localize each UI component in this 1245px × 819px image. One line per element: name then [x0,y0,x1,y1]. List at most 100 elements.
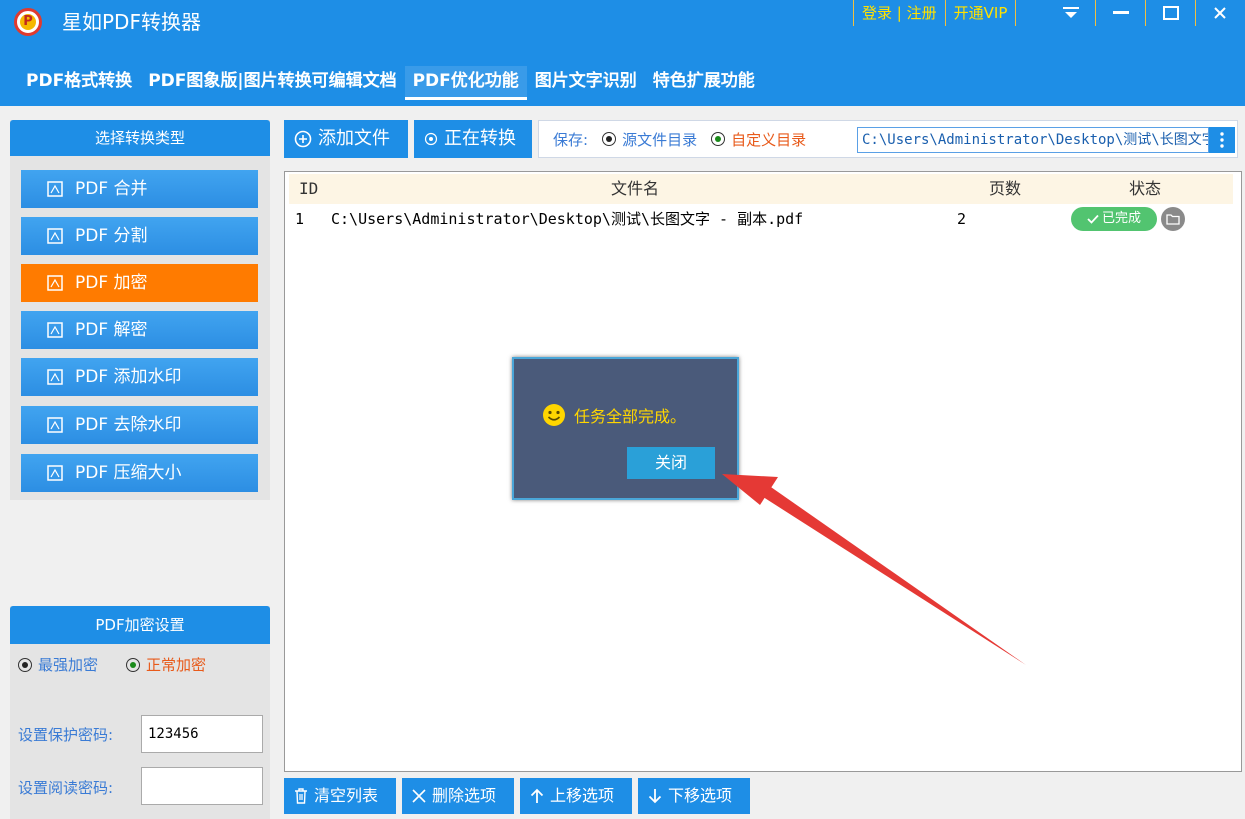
sidebar-item-pdf-decrypt[interactable]: PDF 解密 [21,311,258,349]
encryption-settings-panel: PDF加密设置 最强加密 正常加密 设置保护密码: 123456 设置阅读密码: [10,606,270,819]
conversion-type-header: 选择转换类型 [10,120,270,156]
radio-dot-icon [602,132,617,146]
delete-selected-button[interactable]: 删除选项 [402,778,514,814]
smiley-icon [543,404,565,426]
open-folder-button[interactable] [1161,207,1185,231]
record-icon [424,132,438,146]
move-up-label: 上移选项 [550,786,615,805]
conversion-type-panel: 选择转换类型 PDF 合并 PDF 分割 PDF 加密 PDF 解密 PDF 添… [10,120,270,500]
browse-path-button[interactable] [1209,127,1235,153]
column-header-id[interactable]: ID [299,174,318,204]
sidebar-item-pdf-remove-watermark[interactable]: PDF 去除水印 [21,406,258,444]
file-list-table: ID 文件名 页数 状态 1 C:\Users\Administrator\De… [284,171,1242,772]
radio-dot-icon [711,132,726,146]
delete-selected-label: 删除选项 [432,786,497,805]
app-title: 星如PDF转换器 [62,10,201,34]
sidebar-item-pdf-encrypt[interactable]: PDF 加密 [21,264,258,302]
radio-dot-icon [18,657,32,672]
sidebar-item-pdf-merge[interactable]: PDF 合并 [21,170,258,208]
row-pages: 2 [957,210,967,228]
close-button[interactable] [1196,0,1244,26]
window-controls [1046,0,1244,26]
sidebar-item-pdf-compress[interactable]: PDF 压缩大小 [21,454,258,492]
radio-label: 自定义目录 [731,130,807,149]
encryption-settings-header: PDF加密设置 [10,606,270,644]
login-register-links: 登录 | 注册 [853,0,945,26]
dropdown-menu-button[interactable] [1046,0,1096,26]
sidebar-item-pdf-add-watermark[interactable]: PDF 添加水印 [21,358,258,396]
pdf-file-icon [47,465,63,481]
dialog-message-text: 任务全部完成。 [574,407,687,426]
pdf-file-icon [47,417,63,433]
sidebar-item-pdf-split[interactable]: PDF 分割 [21,217,258,255]
status-label: 已完成 [1101,211,1141,226]
sidebar-item-label: PDF 压缩大小 [75,463,182,483]
column-header-pages[interactable]: 页数 [989,174,1021,204]
maximize-icon [1162,6,1179,20]
move-down-button[interactable]: 下移选项 [638,778,750,814]
output-path-input[interactable]: C:\Users\Administrator\Desktop\测试\长图文字 [857,127,1209,153]
tab-pdf-format-convert[interactable]: PDF格式转换 [18,66,140,100]
more-vertical-icon [1220,132,1224,148]
sidebar-item-label: PDF 合并 [75,179,148,199]
read-password-label: 设置阅读密码: [18,779,114,797]
column-header-filename[interactable]: 文件名 [611,174,659,204]
radio-label: 源文件目录 [622,130,698,149]
normal-encryption-radio[interactable]: 正常加密 [126,654,206,675]
read-password-input[interactable] [141,767,263,805]
sidebar-item-label: PDF 加密 [75,273,148,293]
sidebar-item-label: PDF 分割 [75,226,148,246]
sidebar-item-label: PDF 解密 [75,320,148,340]
protect-password-input[interactable]: 123456 [141,715,263,753]
add-files-button[interactable]: 添加文件 [284,120,408,158]
main-tab-bar: PDF格式转换 PDF图象版|图片转换可编辑文档 PDF优化功能 图片文字识别 … [0,44,1245,106]
tab-image-ocr[interactable]: 图片文字识别 [527,66,645,100]
task-complete-dialog: 任务全部完成。 关闭 [512,357,739,500]
sidebar-item-label: PDF 添加水印 [75,367,182,387]
save-label: 保存: [553,130,589,149]
arrow-down-icon [648,789,662,804]
title-bar: P 星如PDF转换器 登录 | 注册 开通VIP [0,0,1245,44]
radio-label: 正常加密 [146,656,207,674]
strongest-encryption-radio[interactable]: 最强加密 [18,654,98,675]
tab-pdf-image-convert[interactable]: PDF图象版|图片转换可编辑文档 [140,66,404,100]
app-logo-icon: P [14,8,42,36]
add-circle-icon [294,130,312,148]
protect-password-label: 设置保护密码: [18,726,114,744]
row-id: 1 [295,210,305,228]
tab-pdf-optimize[interactable]: PDF优化功能 [404,66,527,100]
account-links: 登录 | 注册 开通VIP [853,0,1017,26]
radio-dot-icon [126,657,141,672]
table-header: ID 文件名 页数 状态 [289,174,1233,204]
register-link[interactable]: 注册 [907,4,937,22]
folder-icon [1166,214,1180,225]
custom-dir-radio[interactable]: 自定义目录 [711,129,806,150]
sidebar-item-label: PDF 去除水印 [75,415,182,435]
pdf-file-icon [47,181,63,197]
status-badge: 已完成 [1071,207,1157,231]
converting-label: 正在转换 [444,128,516,149]
close-icon [412,789,426,803]
pdf-file-icon [47,369,63,385]
table-row[interactable]: 1 C:\Users\Administrator\Desktop\测试\长图文字… [289,205,1233,235]
check-icon [1087,214,1099,224]
vip-link[interactable]: 开通VIP [944,0,1017,26]
tab-extended-features[interactable]: 特色扩展功能 [645,66,763,100]
source-dir-radio[interactable]: 源文件目录 [602,129,697,150]
radio-label: 最强加密 [38,656,99,674]
move-down-label: 下移选项 [668,786,733,805]
row-filename: C:\Users\Administrator\Desktop\测试\长图文字 -… [331,210,804,228]
pdf-file-icon [47,322,63,338]
pdf-file-icon [47,275,63,291]
move-up-button[interactable]: 上移选项 [520,778,632,814]
close-icon [1214,7,1226,19]
column-header-status[interactable]: 状态 [1129,174,1161,204]
dialog-message: 任务全部完成。 [542,403,686,427]
clear-list-button[interactable]: 清空列表 [284,778,396,814]
minimize-button[interactable] [1096,0,1146,26]
link-separator: | [896,4,902,22]
converting-button[interactable]: 正在转换 [414,120,532,158]
maximize-button[interactable] [1146,0,1196,26]
dialog-close-button[interactable]: 关闭 [627,447,715,479]
login-link[interactable]: 登录 [862,4,892,22]
